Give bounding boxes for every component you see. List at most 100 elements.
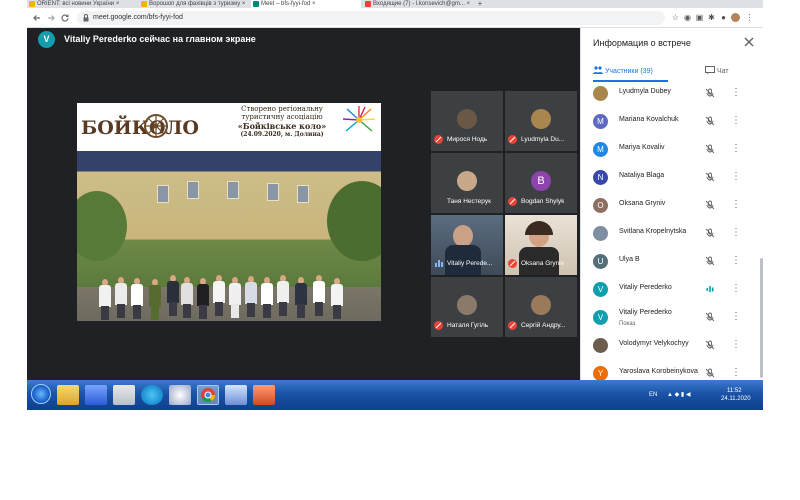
more-options-icon[interactable]: ⋮ (731, 114, 741, 128)
more-options-icon[interactable]: ⋮ (731, 226, 741, 240)
more-options-icon[interactable]: ⋮ (731, 282, 741, 296)
tab-orient[interactable]: ORIENT: всі новини України × (27, 0, 137, 8)
participant-avatar: M (593, 114, 608, 129)
cast-icon[interactable]: ▣ (695, 13, 704, 22)
participants-list[interactable]: Lyudmyla Dubey ⋮ M Mariana Kovalchuk ⋮ M Mariy… (581, 82, 763, 380)
app-circle-icon[interactable] (169, 385, 191, 405)
participant-tile[interactable]: Наталя Гугіль (431, 277, 503, 337)
participant-avatar (593, 226, 608, 241)
more-options-icon[interactable]: ⋮ (731, 254, 741, 268)
profile-switch-icon[interactable]: ● (719, 13, 728, 22)
back-button[interactable] (31, 12, 43, 24)
more-options-icon[interactable]: ⋮ (731, 338, 741, 352)
more-options-icon[interactable]: ⋮ (731, 198, 741, 212)
tray-icons[interactable]: ▲ ◆ ▮ ◀ (667, 392, 690, 399)
participant-row[interactable]: Lyudmyla Dubey ⋮ (581, 82, 763, 110)
explorer-icon[interactable] (57, 385, 79, 405)
caption-title: «Бойківське коло» (237, 121, 327, 131)
participant-avatar: O (593, 198, 608, 213)
more-options-icon[interactable]: ⋮ (731, 310, 741, 324)
participant-row[interactable]: O Oksana Gryniv ⋮ (581, 194, 763, 222)
person (295, 277, 307, 321)
extensions-puzzle-icon[interactable]: ✱ (707, 13, 716, 22)
tab-gmail[interactable]: Входящие (7) - l.konsevich@gm... × (363, 0, 473, 8)
participant-row[interactable]: N Nataliya Blaga ⋮ (581, 166, 763, 194)
reload-button[interactable] (59, 12, 71, 24)
person (149, 279, 161, 321)
face (453, 225, 473, 247)
participant-photo-avatar (457, 295, 477, 315)
close-panel-button[interactable] (743, 36, 755, 48)
participant-name: Lyudmyla Dubey (619, 88, 671, 95)
participant-name: Volodymyr Velykochyy (619, 340, 689, 347)
more-options-icon[interactable]: ⋮ (731, 170, 741, 184)
participant-tile[interactable]: B Bogdan Shylyk (505, 153, 577, 213)
participant-tile[interactable]: Таня Нестерук (431, 153, 503, 213)
participant-video-tile[interactable]: Oksana Gryniv (505, 215, 577, 275)
profile-avatar[interactable] (731, 13, 740, 22)
participant-avatar: V (593, 282, 608, 297)
more-options-icon[interactable]: ⋮ (731, 366, 741, 380)
meeting-info-panel: Информация о встрече Участники (39) Чат … (580, 28, 763, 380)
muted-mic-icon (434, 321, 443, 330)
more-options-icon[interactable]: ⋮ (731, 142, 741, 156)
participant-photo-avatar (457, 171, 477, 191)
tile-name: Lyudmyla Du... (521, 136, 565, 143)
menu-dots-icon[interactable]: ⋮ (745, 13, 754, 22)
word-icon[interactable] (225, 385, 247, 405)
caption-line1: Створено регіональну (241, 105, 323, 113)
tab-meet[interactable]: Meet – bfs-fyyi-fod × (251, 0, 361, 8)
clock-time[interactable]: 11:52 (727, 388, 742, 395)
chat-icon (705, 66, 715, 74)
participant-tile[interactable]: Lyudmyla Du... (505, 91, 577, 151)
participant-row[interactable]: M Mariana Kovalchuk ⋮ (581, 110, 763, 138)
clock-date[interactable]: 24.11.2020 (721, 396, 751, 403)
new-tab-button[interactable]: + (475, 0, 485, 8)
participant-row[interactable]: U Ulya B ⋮ (581, 250, 763, 278)
url-field[interactable]: meet.google.com/bfs-fyyi-fod (77, 11, 665, 25)
tab-workshop[interactable]: Ворошоп для фахівців з туризму × (139, 0, 249, 8)
powerpoint-icon[interactable] (253, 385, 275, 405)
muted-mic-icon (508, 135, 517, 144)
participant-video-tile[interactable]: Vitaliy Perede... (431, 215, 503, 275)
building-window (297, 185, 309, 203)
tile-name: Мирося Нодь (447, 136, 488, 143)
tab-label: ORIENT: всі новини України × (37, 1, 120, 7)
save-disk-icon[interactable] (85, 385, 107, 405)
more-options-icon[interactable]: ⋮ (731, 86, 741, 100)
tile-name: Наталя Гугіль (447, 322, 489, 329)
extension-icon[interactable]: ◉ (683, 13, 692, 22)
speaking-indicator-icon (434, 259, 443, 268)
participant-tile[interactable]: Сергій Андру... (505, 277, 577, 337)
participant-row[interactable]: Volodymyr Velykochyy ⋮ (581, 334, 763, 362)
meet-stage: V Vitaliy Perederko сейчас на главном эк… (27, 28, 580, 380)
participant-row[interactable]: Y Yaroslava Korobeinykova ⋮ (581, 362, 763, 380)
participant-row[interactable]: M Mariya Kovaliv ⋮ (581, 138, 763, 166)
muted-mic-icon (508, 197, 517, 206)
forward-button[interactable] (45, 12, 57, 24)
tab-strip: ORIENT: всі новини України × Ворошоп для… (27, 0, 763, 8)
tab-participants[interactable]: Участники (39) (593, 66, 653, 78)
lock-icon (83, 14, 89, 22)
participant-row[interactable]: Svitlana Kropelnytska ⋮ (581, 222, 763, 250)
person (115, 277, 127, 321)
participant-tile[interactable]: Мирося Нодь (431, 91, 503, 151)
start-button[interactable] (31, 384, 51, 404)
edge-browser-icon[interactable] (141, 385, 163, 405)
star-icon[interactable]: ☆ (671, 13, 680, 22)
browser-window: ORIENT: всі новини України × Ворошоп для… (27, 0, 763, 410)
panel-scrollbar[interactable] (760, 258, 763, 378)
building-window (267, 183, 279, 201)
person (167, 275, 179, 321)
tab-chat[interactable]: Чат (705, 66, 729, 78)
participant-name: Vitaliy Perederko (619, 309, 672, 316)
participant-name: Vitaliy Perederko (619, 284, 672, 291)
participant-avatar: Y (593, 366, 608, 380)
language-indicator[interactable]: EN (649, 392, 657, 399)
chrome-taskbar-button[interactable] (197, 385, 219, 405)
participant-row[interactable]: V Vitaliy Perederko ⋮ (581, 278, 763, 306)
mic-muted-icon (705, 88, 715, 98)
building-window (187, 181, 199, 199)
document-icon[interactable] (113, 385, 135, 405)
participant-row[interactable]: V Vitaliy Perederko Показ ⋮ (581, 306, 763, 334)
